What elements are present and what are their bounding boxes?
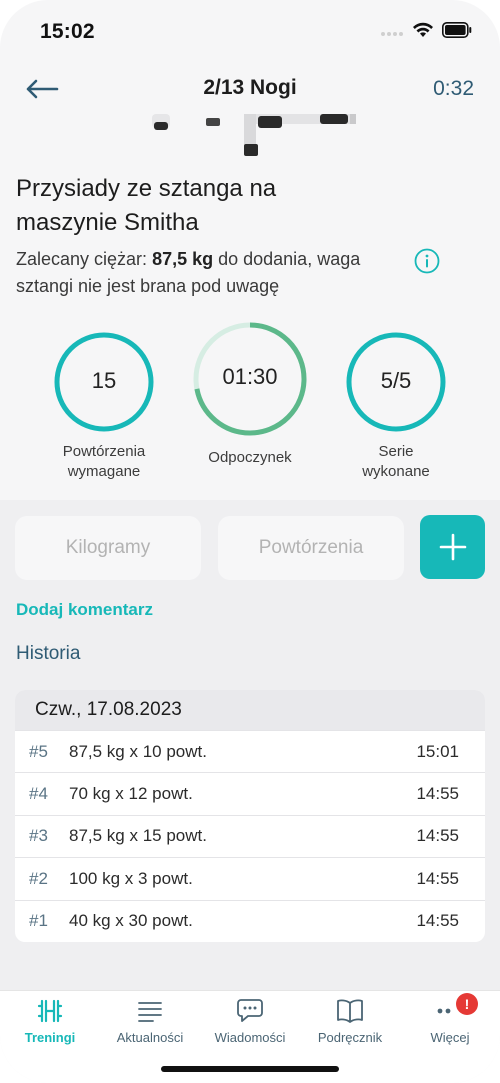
reps-label: Powtórzenia wymagane xyxy=(34,442,174,482)
rest-label: Odpoczynek xyxy=(208,449,292,466)
rest-timer: 01:30 Odpoczynek xyxy=(180,320,320,468)
set-time: 15:01 xyxy=(416,741,459,761)
tab-wiadomosci[interactable]: Wiadomości xyxy=(200,991,300,1045)
home-indicator xyxy=(161,1066,339,1072)
status-bar: 15:02 xyxy=(0,0,500,62)
set-description: 87,5 kg x 15 powt. xyxy=(69,826,207,846)
set-index: #3 xyxy=(29,826,48,846)
tab-label: Treningi xyxy=(24,1030,76,1045)
exercise-image xyxy=(152,114,356,156)
reps-required: 15 Powtórzenia wymagane xyxy=(34,330,174,482)
chat-icon xyxy=(237,999,263,1022)
sets-value: 5/5 xyxy=(380,368,412,393)
notification-badge: ! xyxy=(456,993,478,1015)
reps-label-line2: wymagane xyxy=(67,463,141,480)
sets-label: Serie wykonane xyxy=(326,442,466,482)
kilograms-input[interactable]: Kilogramy xyxy=(15,516,201,580)
status-icons xyxy=(380,22,472,38)
history-title: Historia xyxy=(16,643,81,664)
set-index: #4 xyxy=(29,784,48,804)
book-icon xyxy=(337,999,363,1023)
reps-input[interactable]: Powtórzenia xyxy=(218,516,404,580)
wifi-icon xyxy=(413,22,433,37)
hint-prefix: Zalecany ciężar: xyxy=(16,249,153,269)
sets-label-line2: wykonane xyxy=(362,463,430,480)
hint-weight: 87,5 kg xyxy=(152,249,214,269)
reps-label-line1: Powtórzenia xyxy=(62,443,146,460)
history-row[interactable]: #2 100 kg x 3 powt. 14:55 xyxy=(15,857,485,899)
history-row[interactable]: #4 70 kg x 12 powt. 14:55 xyxy=(15,772,485,814)
set-index: #2 xyxy=(29,868,48,888)
set-description: 100 kg x 3 powt. xyxy=(69,868,193,888)
dumbbell-icon xyxy=(37,999,63,1023)
tab-label: Aktualności xyxy=(116,1030,184,1045)
workout-timer: 0:32 xyxy=(433,77,474,100)
nav-bar: 2/13 Nogi 0:32 xyxy=(0,62,500,116)
sets-label-line1: Serie xyxy=(378,443,414,460)
rest-value: 01:30 xyxy=(222,364,278,389)
sets-done: 5/5 Serie wykonane xyxy=(326,330,466,482)
set-description: 87,5 kg x 10 powt. xyxy=(69,741,207,761)
tab-aktualnosci[interactable]: Aktualności xyxy=(100,991,200,1045)
status-time: 15:02 xyxy=(40,20,95,43)
news-icon xyxy=(138,1002,162,1022)
tab-wiecej[interactable]: ! Więcej xyxy=(400,991,500,1045)
set-time: 14:55 xyxy=(416,784,459,804)
tab-treningi[interactable]: Treningi xyxy=(0,991,100,1045)
set-time: 14:55 xyxy=(416,868,459,888)
set-description: 70 kg x 12 powt. xyxy=(69,784,193,804)
exercise-title: Przysiady ze sztanga na maszynie Smitha xyxy=(16,175,277,236)
add-set-button[interactable] xyxy=(420,515,485,579)
tab-label: Więcej xyxy=(430,1030,470,1045)
set-description: 40 kg x 30 powt. xyxy=(69,911,193,931)
history-card: Czw., 17.08.2023 #5 87,5 kg x 10 powt. 1… xyxy=(15,690,485,942)
history-date: Czw., 17.08.2023 xyxy=(15,690,485,730)
page-title: 2/13 Nogi xyxy=(203,76,297,99)
set-time: 14:55 xyxy=(416,911,459,931)
tab-label: Podręcznik xyxy=(317,1030,383,1045)
plus-icon xyxy=(439,533,466,561)
tab-podrecznik[interactable]: Podręcznik xyxy=(300,991,400,1045)
reps-value: 15 xyxy=(91,368,117,393)
info-icon[interactable] xyxy=(414,248,440,274)
battery-icon xyxy=(442,22,472,38)
set-index: #1 xyxy=(29,911,48,931)
phone-screen: 15:02 2/13 Nogi 0:32 Przysiady ze sztang… xyxy=(0,0,500,1083)
add-comment-link[interactable]: Dodaj komentarz xyxy=(16,600,153,620)
set-index: #5 xyxy=(29,741,48,761)
tab-label: Wiadomości xyxy=(214,1030,286,1045)
history-row[interactable]: #1 40 kg x 30 powt. 14:55 xyxy=(15,899,485,942)
weight-hint: Zalecany ciężar: 87,5 kg do dodania, wag… xyxy=(16,246,416,300)
set-time: 14:55 xyxy=(416,826,459,846)
history-row[interactable]: #3 87,5 kg x 15 powt. 14:55 xyxy=(15,814,485,857)
history-row[interactable]: #5 87,5 kg x 10 powt. 15:01 xyxy=(15,730,485,772)
signal-icon xyxy=(381,32,403,36)
